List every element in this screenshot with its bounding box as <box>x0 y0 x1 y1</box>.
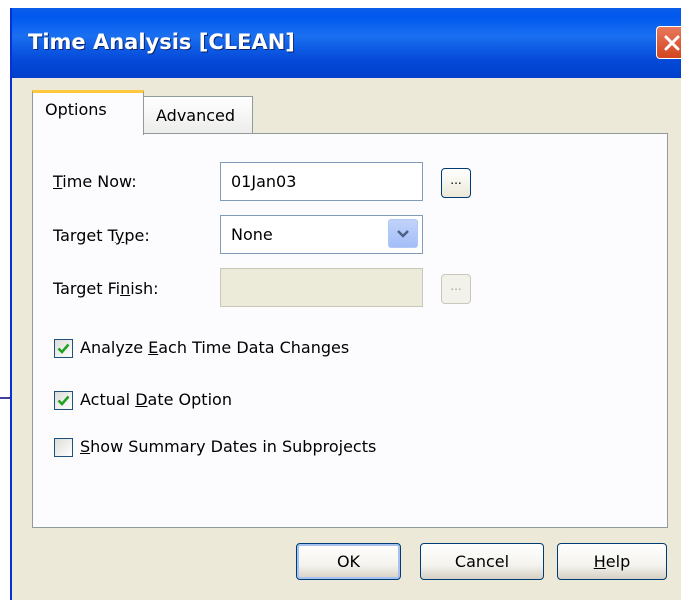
time-now-input[interactable]: 01Jan03 <box>220 162 423 201</box>
analyze-each-checkbox[interactable] <box>54 339 73 358</box>
time-now-label: Time Now: <box>53 172 137 191</box>
target-finish-input[interactable] <box>220 268 423 307</box>
tab-strip: Options Advanced <box>32 90 652 135</box>
tab-options-label: Options <box>45 100 107 119</box>
target-type-label: Target Type: <box>53 226 150 245</box>
target-type-dropdown-button[interactable] <box>388 219 418 248</box>
time-analysis-dialog: Time Analysis [CLEAN] Options Advanced T… <box>10 8 681 600</box>
help-button[interactable]: Help <box>557 543 667 580</box>
options-panel: Time Now: 01Jan03 ... Target Type: None … <box>32 133 668 528</box>
show-summary-checkbox[interactable] <box>54 438 73 457</box>
check-icon <box>57 395 70 406</box>
ok-button[interactable]: OK <box>296 543 401 580</box>
show-summary-label[interactable]: Show Summary Dates in Subprojects <box>80 437 376 456</box>
time-now-browse-button[interactable]: ... <box>441 168 471 198</box>
title-bar[interactable]: Time Analysis [CLEAN] <box>12 8 681 78</box>
target-type-value: None <box>231 225 273 244</box>
check-icon <box>57 343 70 354</box>
tab-advanced[interactable]: Advanced <box>143 96 253 134</box>
cancel-button[interactable]: Cancel <box>420 543 544 580</box>
target-type-select[interactable]: None <box>220 215 423 254</box>
actual-date-label[interactable]: Actual Date Option <box>80 390 232 409</box>
close-icon <box>664 35 680 51</box>
time-now-value: 01Jan03 <box>231 172 297 191</box>
dialog-title: Time Analysis [CLEAN] <box>28 30 295 54</box>
target-finish-browse-button[interactable]: ... <box>441 274 471 304</box>
target-finish-label: Target Finish: <box>53 279 159 298</box>
actual-date-checkbox[interactable] <box>54 391 73 410</box>
tab-options[interactable]: Options <box>32 90 144 135</box>
chevron-down-icon <box>397 230 409 238</box>
tab-advanced-label: Advanced <box>156 106 236 125</box>
analyze-each-label[interactable]: Analyze Each Time Data Changes <box>80 338 349 357</box>
close-button[interactable] <box>656 26 681 59</box>
